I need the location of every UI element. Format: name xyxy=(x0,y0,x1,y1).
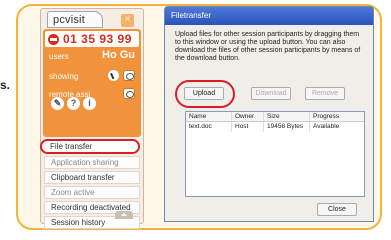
pcvisit-panel: pcvisit × 01 35 93 99 users Ho Gu showin… xyxy=(40,8,144,229)
table-row[interactable]: text.doc Host 19456 Bytes Available xyxy=(186,122,364,132)
showing-label: showing xyxy=(49,72,79,81)
remove-button[interactable]: Remove xyxy=(305,87,345,100)
help-icon[interactable]: ? xyxy=(67,97,80,110)
column-progress[interactable]: Progress xyxy=(310,112,364,121)
tool-buttons: ✎ ? i xyxy=(51,97,96,110)
wrench-icon[interactable]: ✎ xyxy=(51,97,64,110)
users-columns: Ho Gu xyxy=(102,49,135,61)
file-name: text.doc xyxy=(186,122,232,132)
close-button[interactable]: Close xyxy=(317,203,357,216)
session-status-area: 01 35 93 99 users Ho Gu showing remote a… xyxy=(43,29,141,137)
close-icon[interactable]: × xyxy=(121,14,134,27)
users-header: users Ho Gu xyxy=(46,49,138,63)
column-size[interactable]: Size xyxy=(264,112,310,121)
pcvisit-title: pcvisit xyxy=(47,11,103,28)
column-name[interactable]: Name xyxy=(186,112,232,121)
menu-item-file-transfer[interactable]: File transfer xyxy=(40,139,140,154)
download-button[interactable]: Download xyxy=(251,87,291,100)
menu-item-clipboard-transfer[interactable]: Clipboard transfer xyxy=(44,171,140,184)
lock-icon[interactable] xyxy=(123,88,135,99)
session-id-box: 01 35 93 99 xyxy=(45,31,139,47)
upload-button[interactable]: Upload xyxy=(184,87,224,100)
status-row-showing: showing xyxy=(46,69,138,83)
info-icon[interactable]: i xyxy=(83,97,96,110)
scroll-up-icon[interactable] xyxy=(115,211,133,219)
file-owner: Host xyxy=(232,122,264,132)
users-label: users xyxy=(49,52,69,61)
menu-item-zoom-active[interactable]: Zoom active xyxy=(44,186,140,199)
file-size: 19456 Bytes xyxy=(264,122,310,132)
file-list[interactable]: Name Owner Size Progress text.doc Host 1… xyxy=(185,111,365,197)
file-list-header: Name Owner Size Progress xyxy=(186,112,364,122)
stop-sign-icon[interactable] xyxy=(48,33,59,45)
cropped-text: s. xyxy=(0,78,11,92)
filetransfer-window: Filetransfer Upload files for other sess… xyxy=(164,6,374,222)
file-progress: Available xyxy=(313,123,340,130)
instructions-text: Upload files for other session participa… xyxy=(175,31,361,62)
cursor-icon[interactable] xyxy=(108,70,119,81)
session-id: 01 35 93 99 xyxy=(63,32,132,46)
column-owner[interactable]: Owner xyxy=(232,112,264,121)
window-title: Filetransfer xyxy=(165,7,373,25)
eye-icon[interactable] xyxy=(123,70,135,81)
menu-item-application-sharing[interactable]: Application sharing xyxy=(44,156,140,169)
